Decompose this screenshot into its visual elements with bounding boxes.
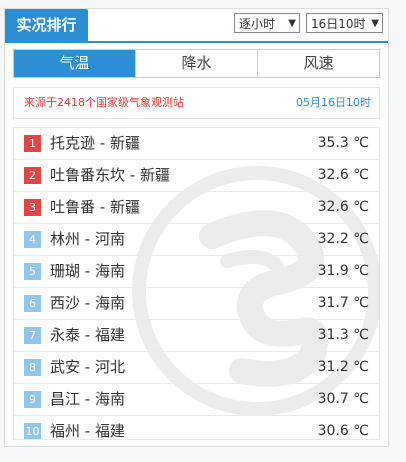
temperature-value: 35.3 ℃ (317, 135, 369, 151)
station-name: 珊瑚 - 海南 (50, 262, 125, 280)
station-name: 永泰 - 福建 (50, 326, 125, 344)
ranking-list: 1 托克逊 - 新疆 35.3 ℃ 2 吐鲁番东坎 - 新疆 32.6 ℃ 3 … (13, 127, 380, 440)
station-name: 武安 - 河北 (50, 358, 125, 376)
temperature-value: 30.7 ℃ (317, 391, 369, 407)
station-name: 昌江 - 海南 (50, 390, 125, 408)
table-row: 7 永泰 - 福建 31.3 ℃ (14, 320, 379, 352)
station-name: 吐鲁番东坎 - 新疆 (50, 166, 170, 184)
rank-badge: 7 (24, 327, 41, 344)
ranking-panel: 实况排行 逐小时 ▼ 16日10时 ▼ 气温 降水 风速 来源于2418个国家级… (4, 8, 389, 447)
tab-temperature[interactable]: 气温 (14, 50, 135, 77)
rank-badge: 3 (24, 199, 41, 216)
rank-badge: 4 (24, 231, 41, 248)
panel-title: 实况排行 (5, 9, 88, 41)
tab-wind-speed[interactable]: 风速 (257, 50, 379, 77)
mode-select[interactable]: 逐小时 ▼ (234, 13, 300, 33)
time-select[interactable]: 16日10时 ▼ (306, 13, 383, 33)
rank-badge: 1 (24, 135, 41, 152)
table-row: 9 昌江 - 海南 30.7 ℃ (14, 384, 379, 416)
rank-badge: 6 (24, 295, 41, 312)
station-name: 西沙 - 海南 (50, 294, 125, 312)
temperature-value: 30.6 ℃ (317, 423, 369, 439)
metric-tabs: 气温 降水 风速 (13, 49, 380, 78)
source-text: 来源于2418个国家级气象观测站 (24, 96, 184, 109)
table-row: 6 西沙 - 海南 31.7 ℃ (14, 288, 379, 320)
table-row: 4 林州 - 河南 32.2 ℃ (14, 224, 379, 256)
panel-header: 实况排行 逐小时 ▼ 16日10时 ▼ (5, 9, 388, 43)
temperature-value: 32.6 ℃ (317, 199, 369, 215)
temperature-value: 32.2 ℃ (317, 231, 369, 247)
time-select-value: 16日10时 (311, 17, 366, 31)
table-row: 10 福州 - 福建 30.6 ℃ (14, 416, 379, 440)
table-row: 1 托克逊 - 新疆 35.3 ℃ (14, 128, 379, 160)
tab-precipitation[interactable]: 降水 (135, 50, 257, 77)
rank-badge: 2 (24, 167, 41, 184)
chevron-down-icon: ▼ (288, 18, 296, 29)
table-row: 2 吐鲁番东坎 - 新疆 32.6 ℃ (14, 160, 379, 192)
rank-badge: 8 (24, 359, 41, 376)
temperature-value: 31.2 ℃ (317, 359, 369, 375)
update-time: 05月16日10时 (296, 96, 371, 109)
rank-badge: 5 (24, 263, 41, 280)
table-row: 8 武安 - 河北 31.2 ℃ (14, 352, 379, 384)
station-name: 托克逊 - 新疆 (50, 134, 140, 152)
station-name: 吐鲁番 - 新疆 (50, 198, 140, 216)
temperature-value: 32.6 ℃ (317, 167, 369, 183)
temperature-value: 31.7 ℃ (317, 295, 369, 311)
chevron-down-icon: ▼ (371, 18, 379, 29)
station-name: 福州 - 福建 (50, 422, 125, 440)
source-info: 来源于2418个国家级气象观测站 05月16日10时 (13, 87, 380, 119)
mode-select-value: 逐小时 (239, 17, 276, 31)
temperature-value: 31.3 ℃ (317, 327, 369, 343)
temperature-value: 31.9 ℃ (317, 263, 369, 279)
rank-badge: 9 (24, 391, 41, 408)
table-row: 3 吐鲁番 - 新疆 32.6 ℃ (14, 192, 379, 224)
table-row: 5 珊瑚 - 海南 31.9 ℃ (14, 256, 379, 288)
station-name: 林州 - 河南 (50, 230, 125, 248)
rank-badge: 10 (24, 423, 41, 439)
